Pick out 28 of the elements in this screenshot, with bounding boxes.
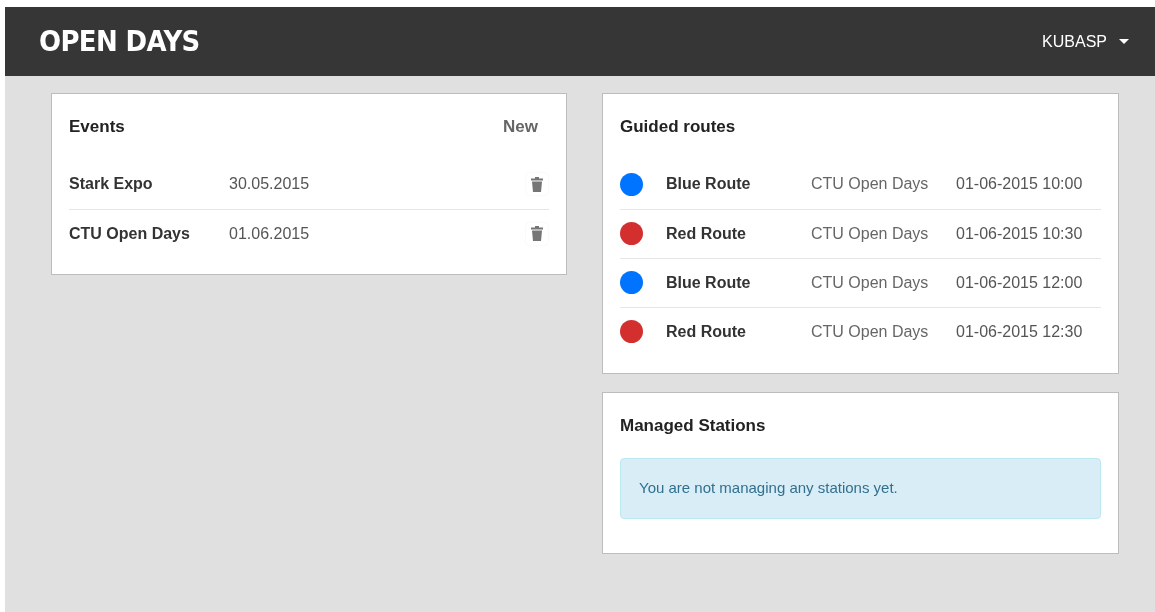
route-time: 01-06-2015 10:00 <box>956 174 1083 194</box>
route-name: Blue Route <box>666 174 752 194</box>
event-date: 30.05.2015 <box>229 174 311 194</box>
card-title: Guided routes <box>620 116 737 138</box>
delete-button[interactable] <box>526 173 548 195</box>
trash-icon <box>531 176 543 192</box>
info-alert: You are not managing any stations yet. <box>620 458 1101 519</box>
brand-logo[interactable]: OPEN DAYS <box>39 20 200 63</box>
route-time: 01-06-2015 12:00 <box>956 272 1083 293</box>
route-name: Red Route <box>666 321 747 342</box>
route-time: 01-06-2015 12:30 <box>956 321 1083 342</box>
trash-icon <box>531 226 543 241</box>
route-name: Blue Route <box>666 272 752 293</box>
event-name: Stark Expo <box>69 174 154 194</box>
user-menu[interactable]: KUBASP <box>1042 29 1129 54</box>
route-event: CTU Open Days <box>811 223 930 244</box>
caret-icon <box>1119 39 1129 44</box>
route-event: CTU Open Days <box>811 272 930 293</box>
card-title: Events <box>69 116 125 138</box>
route-name: Red Route <box>666 223 747 244</box>
route-event: CTU Open Days <box>811 321 930 342</box>
event-name: CTU Open Days <box>69 223 191 244</box>
route-time: 01-06-2015 10:30 <box>956 223 1083 244</box>
delete-button[interactable] <box>526 222 548 245</box>
route-event: CTU Open Days <box>811 174 930 194</box>
new-button[interactable]: New <box>503 114 538 140</box>
event-date: 01.06.2015 <box>229 223 311 244</box>
card-title: Managed Stations <box>620 414 767 437</box>
